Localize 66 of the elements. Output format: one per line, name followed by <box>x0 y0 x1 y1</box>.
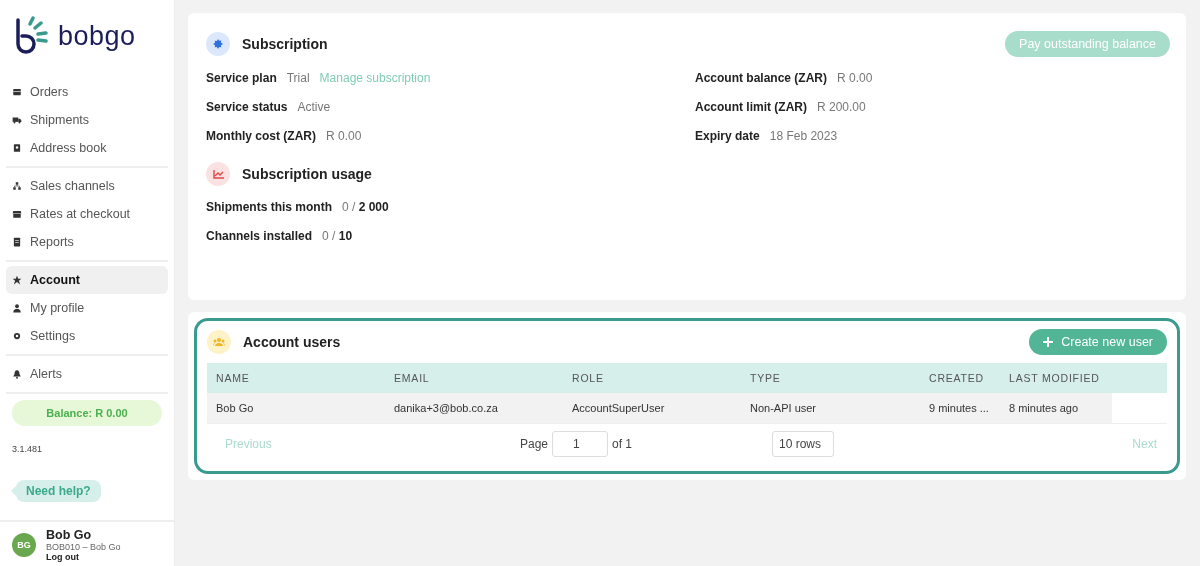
field-label: Service plan <box>206 71 277 85</box>
truck-icon <box>12 115 22 125</box>
person-icon <box>12 303 22 313</box>
column-header: ROLE <box>571 371 605 386</box>
user-avatar: BG <box>12 533 36 557</box>
nav-item[interactable]: Reports <box>6 228 168 256</box>
rows-select[interactable]: 10 rows <box>772 431 834 457</box>
nav-item[interactable]: Account <box>6 266 168 294</box>
chart-icon <box>206 162 230 186</box>
column-header: LAST MODIFIED <box>1008 371 1101 386</box>
star-icon <box>12 275 22 285</box>
page-input[interactable]: 1 <box>552 431 608 457</box>
nav-item[interactable]: Address book <box>6 134 168 162</box>
contact-book-icon <box>12 143 22 153</box>
table-cell: 8 minutes ago <box>1000 393 1112 423</box>
nav-item[interactable]: Orders <box>6 78 168 106</box>
field-value: Active <box>297 100 331 114</box>
table-cell: AccountSuperUser <box>563 393 741 423</box>
field-label: Shipments this month <box>206 200 332 214</box>
column-header: NAME <box>215 371 251 386</box>
field-value: R 0.00 <box>326 129 362 143</box>
usage-value: 0 / 10 <box>322 229 353 243</box>
badge-icon <box>206 32 230 56</box>
field-label: Monthly cost (ZAR) <box>206 129 316 143</box>
box-icon <box>12 87 22 97</box>
logout-link[interactable]: Log out <box>46 552 121 562</box>
nav-item[interactable]: Alerts <box>6 360 168 388</box>
bell-icon <box>12 369 22 379</box>
table-cell: danika+3@bob.co.za <box>385 393 563 423</box>
field-value: Trial <box>286 71 310 85</box>
plus-icon <box>1043 337 1054 347</box>
group-icon <box>207 330 231 354</box>
section-title: Account users <box>243 334 341 350</box>
table-cell: Bob Go <box>207 393 385 423</box>
field-value: R 200.00 <box>817 100 866 114</box>
table-cell: 9 minutes ... <box>920 393 1000 423</box>
field-label: Channels installed <box>206 229 313 243</box>
field-value: R 0.00 <box>837 71 873 85</box>
field-label: Service status <box>206 100 288 114</box>
usage-value: 0 / 2 000 <box>342 200 389 214</box>
table-cell: Non-API user <box>741 393 920 423</box>
nav-item[interactable]: Sales channels <box>6 172 168 200</box>
network-icon <box>12 181 22 191</box>
section-title: Subscription <box>242 36 328 52</box>
version-text: 3.1.481 <box>11 443 44 454</box>
field-value: 18 Feb 2023 <box>769 129 838 143</box>
logo-text: bobgo <box>58 20 136 52</box>
nav-item[interactable]: Rates at checkout <box>6 200 168 228</box>
nav-item[interactable]: Shipments <box>6 106 168 134</box>
nav-item[interactable]: My profile <box>6 294 168 322</box>
field-label: Expiry date <box>695 129 760 143</box>
field-label: Account balance (ZAR) <box>695 71 827 85</box>
document-icon <box>12 237 22 247</box>
column-header: CREATED <box>928 371 985 386</box>
column-header: TYPE <box>749 371 782 386</box>
page-count: of 1 <box>612 437 632 451</box>
nav-item[interactable]: Settings <box>6 322 168 350</box>
balance-pill: Balance: R 0.00 <box>12 400 162 426</box>
user-name: Bob Go <box>46 528 93 542</box>
store-icon <box>12 209 22 219</box>
page-label: Page <box>519 437 548 451</box>
column-header: EMAIL <box>393 371 431 386</box>
account-name: BOB010 – Bob Go <box>46 542 121 552</box>
field-label: Account limit (ZAR) <box>695 100 807 114</box>
section-title: Subscription usage <box>242 166 372 182</box>
gear-icon <box>12 331 22 341</box>
